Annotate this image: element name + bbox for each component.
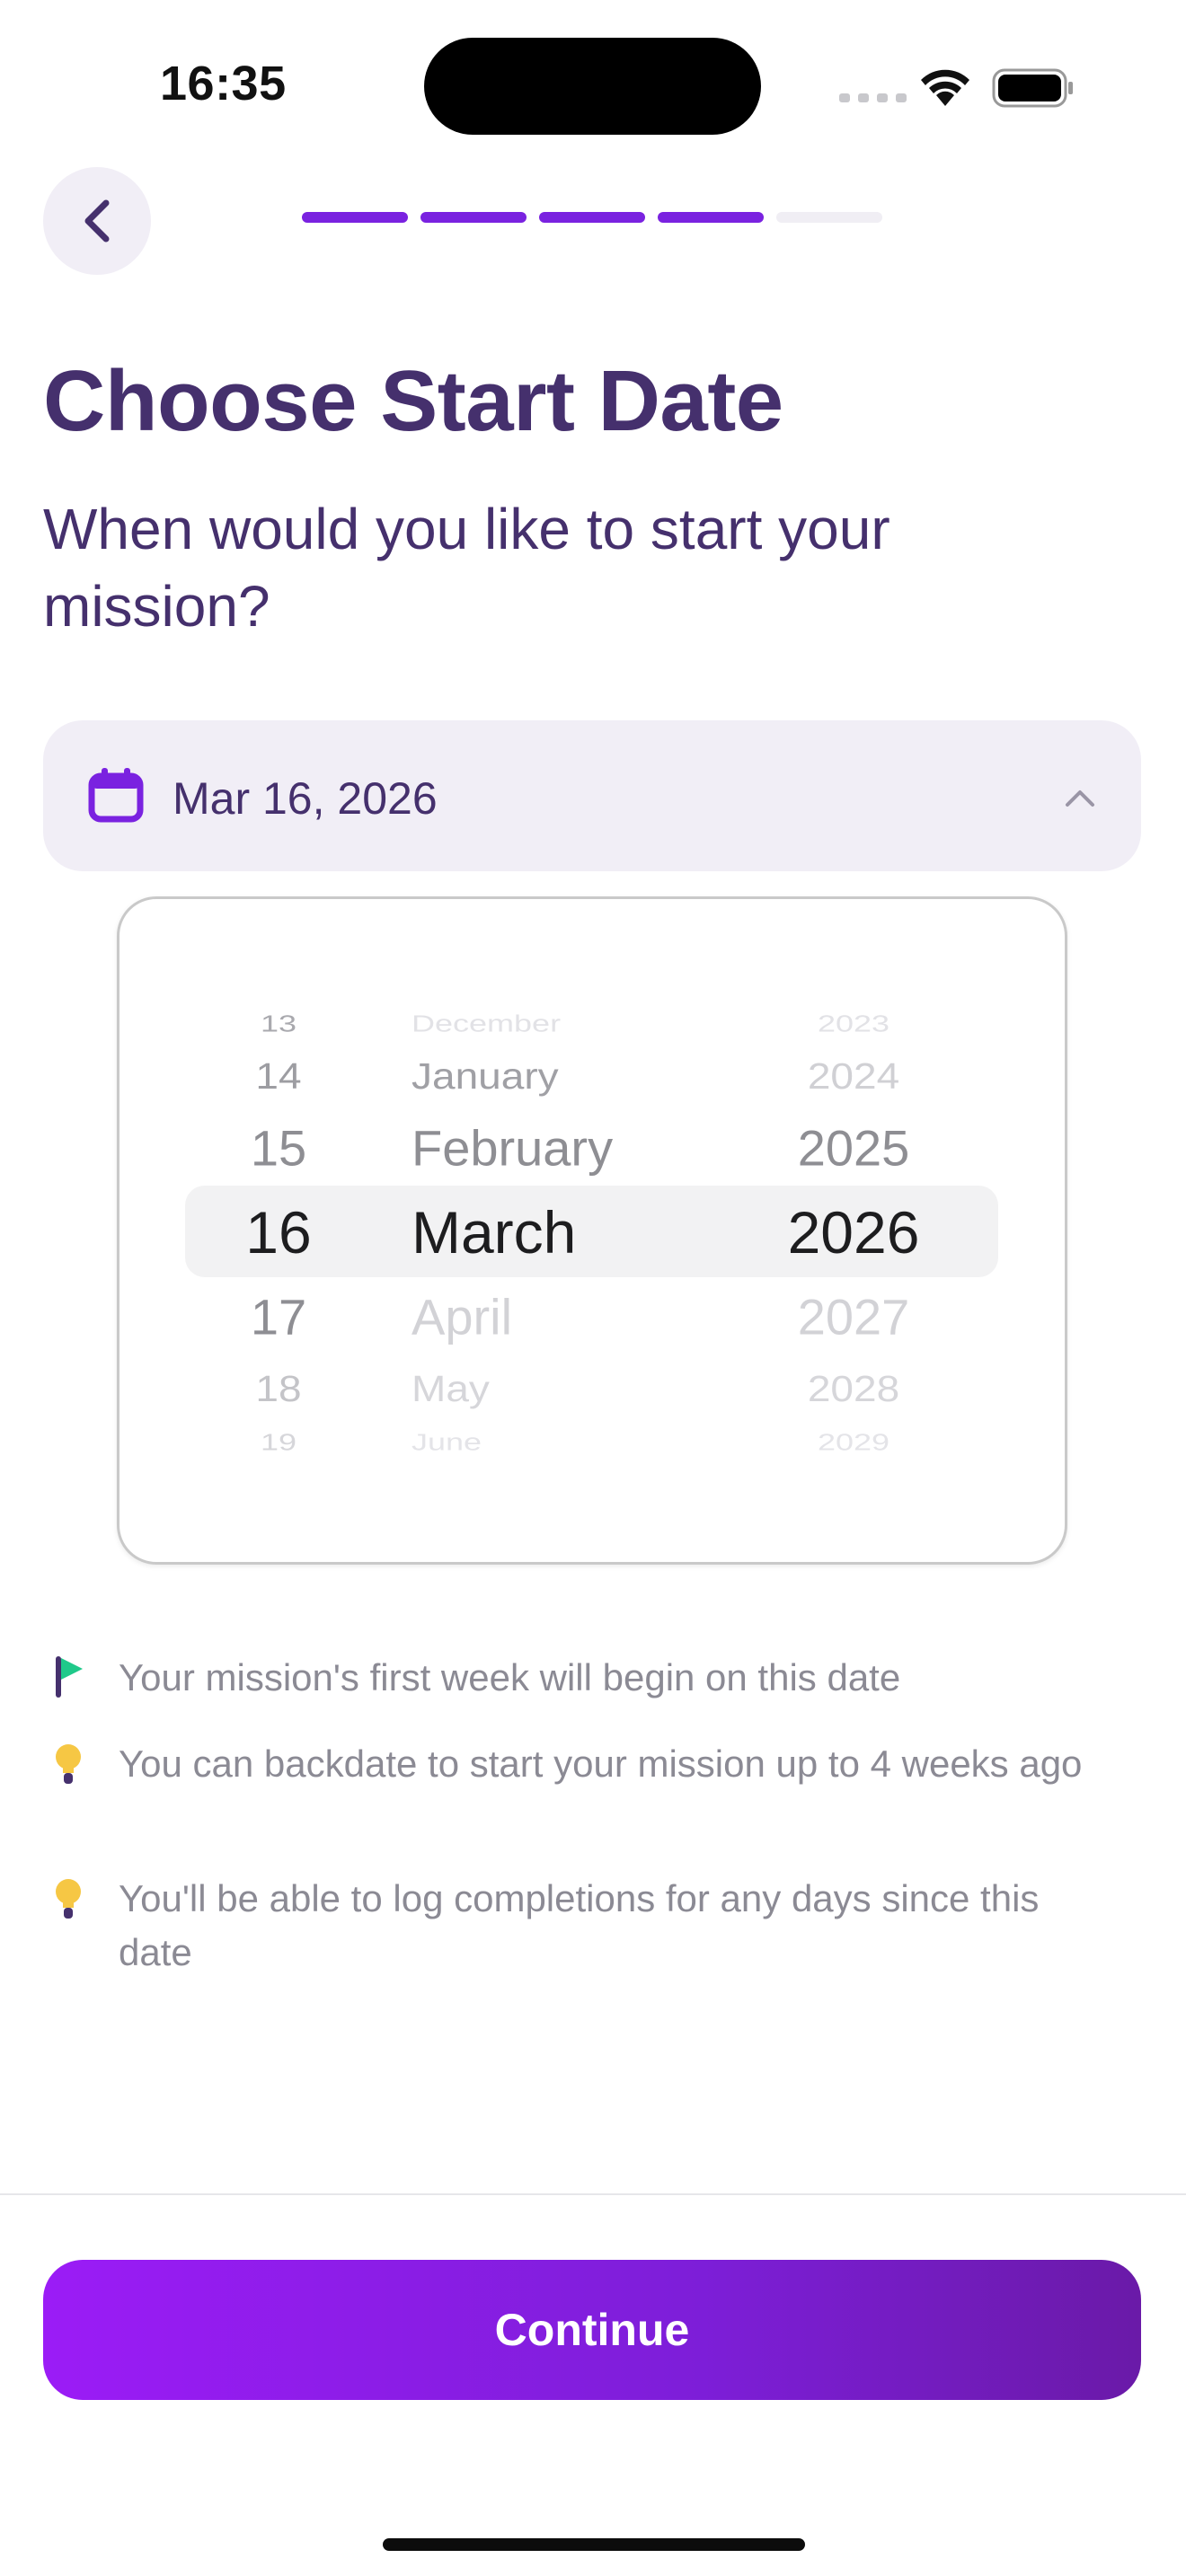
picker-day-option[interactable]: 18: [171, 1367, 386, 1410]
progress-indicator: [302, 212, 882, 223]
progress-segment: [658, 212, 764, 223]
note-text: You'll be able to log completions for an…: [119, 1877, 1040, 1973]
picker-month-option[interactable]: January: [412, 1054, 559, 1098]
chevron-left-icon: [84, 199, 110, 243]
progress-segment: [776, 212, 882, 223]
selected-date-value: Mar 16, 2026: [173, 773, 438, 824]
wifi-icon: [921, 69, 969, 106]
back-button[interactable]: [43, 167, 151, 275]
dynamic-island: [424, 38, 761, 135]
picker-month-option[interactable]: April: [412, 1288, 512, 1346]
progress-segment: [539, 212, 645, 223]
page-subtitle: When would you like to start your missio…: [43, 497, 890, 639]
picker-day-option[interactable]: 15: [171, 1119, 386, 1178]
picker-year-option[interactable]: 2024: [746, 1054, 961, 1098]
picker-month-option[interactable]: June: [412, 1429, 482, 1456]
picker-month-option[interactable]: March: [412, 1198, 576, 1266]
battery-icon: [992, 68, 1073, 108]
home-indicator: [383, 2538, 805, 2551]
picker-day-option[interactable]: 13: [171, 1010, 386, 1037]
lightbulb-icon: [56, 1879, 81, 1919]
picker-day-option[interactable]: 14: [171, 1054, 386, 1098]
picker-year-option[interactable]: 2023: [746, 1010, 961, 1037]
picker-day-option[interactable]: 16: [171, 1198, 386, 1266]
progress-segment: [302, 212, 408, 223]
note-text: Your mission's first week will begin on …: [119, 1656, 901, 1698]
page-title: Choose Start Date: [43, 353, 783, 449]
progress-segment: [420, 212, 527, 223]
status-time: 16:35: [160, 57, 287, 110]
picker-month-option[interactable]: May: [412, 1367, 490, 1410]
picker-year-option[interactable]: 2029: [746, 1429, 961, 1456]
chevron-up-icon[interactable]: [1064, 781, 1096, 814]
picker-day-option[interactable]: 19: [171, 1429, 386, 1456]
picker-month-option[interactable]: December: [412, 1010, 561, 1037]
picker-year-option[interactable]: 2028: [746, 1367, 961, 1410]
picker-year-option[interactable]: 2026: [746, 1198, 961, 1266]
continue-button[interactable]: Continue: [43, 2260, 1141, 2400]
flag-icon: [56, 1656, 83, 1698]
picker-year-option[interactable]: 2025: [746, 1119, 961, 1178]
picker-month-option[interactable]: February: [412, 1119, 613, 1178]
lightbulb-icon: [56, 1744, 81, 1784]
footer-divider: [0, 2193, 1186, 2195]
signal-icon: [839, 93, 907, 102]
picker-year-option[interactable]: 2027: [746, 1288, 961, 1346]
picker-day-option[interactable]: 17: [171, 1288, 386, 1346]
note-text: You can backdate to start your mission u…: [119, 1742, 1083, 1785]
calendar-icon: [88, 768, 144, 823]
